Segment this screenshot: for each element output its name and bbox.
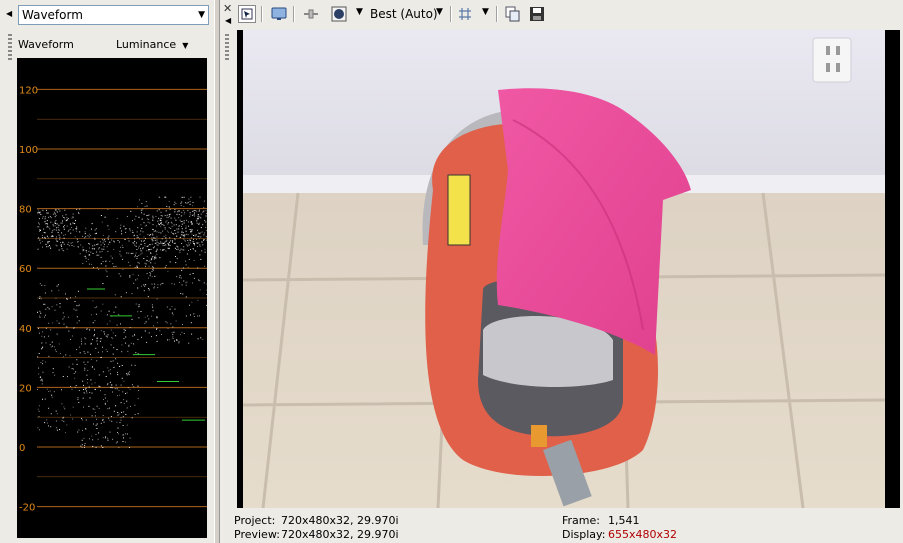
display-label: Display: — [562, 528, 606, 541]
scope-tick-label: 0 — [19, 443, 25, 454]
frame-label: Frame: — [562, 514, 600, 527]
scope-tick-label: 80 — [19, 205, 32, 216]
scope-type-dropdown[interactable]: Waveform ▼ — [18, 5, 209, 25]
waveform-graph: 120 100 80 60 40 20 0 -20 — [19, 85, 207, 514]
overlay-icon — [331, 6, 347, 22]
preview-value: 720x480x32, 29.970i — [281, 528, 399, 541]
close-icon[interactable]: ✕ — [223, 2, 232, 15]
preview-quality-dropdown[interactable]: Best (Auto) — [370, 7, 438, 21]
split-screen-icon — [304, 9, 318, 19]
video-output-button[interactable] — [270, 5, 288, 23]
preview-image — [243, 30, 885, 508]
chevron-down-icon[interactable]: ▼ — [356, 7, 363, 17]
toolbar-separator — [261, 6, 263, 22]
display-value: 655x480x32 — [608, 528, 678, 541]
preview-label: Preview: — [234, 528, 280, 541]
preview-settings-button[interactable] — [238, 5, 256, 23]
save-snapshot-button[interactable] — [528, 5, 546, 23]
monitor-icon — [271, 7, 287, 20]
copy-snapshot-button[interactable] — [504, 5, 522, 23]
video-preview-frame[interactable] — [237, 30, 900, 508]
split-screen-button[interactable] — [302, 5, 320, 23]
frame-value: 1,541 — [608, 514, 640, 527]
copy-snapshot-icon — [505, 6, 520, 22]
toolbar-separator — [293, 6, 295, 22]
toolbar-separator — [450, 6, 452, 22]
video-preview-panel: ✕ ◀ ▼ Best (Auto) ▼ ▼ Project: 720x480x3… — [220, 0, 903, 543]
scope-tick-label: -20 — [19, 503, 35, 514]
preview-dock-grip[interactable] — [225, 34, 229, 62]
chevron-down-icon[interactable]: ▼ — [482, 7, 489, 17]
scope-tick-label: 20 — [19, 383, 32, 394]
scope-tick-label: 120 — [19, 85, 38, 96]
project-label: Project: — [234, 514, 276, 527]
panel-arrow-icon[interactable]: ◀ — [6, 9, 12, 18]
waveform-scope: 120 100 80 60 40 20 0 -20 — [17, 58, 207, 538]
project-value: 720x480x32, 29.970i — [281, 514, 399, 527]
cursor-icon — [241, 8, 253, 20]
preview-status-bar: Project: 720x480x32, 29.970i Preview: 72… — [234, 513, 894, 543]
scope-type-value: Waveform — [22, 8, 83, 22]
grid-overlay-button[interactable] — [456, 5, 474, 23]
scope-label: Waveform — [18, 38, 74, 51]
luminance-value: Luminance — [116, 38, 177, 51]
grid-icon — [459, 8, 471, 20]
chevron-down-icon[interactable]: ▼ — [436, 7, 443, 17]
toolbar-separator — [496, 6, 498, 22]
overlay-button[interactable] — [330, 5, 348, 23]
chevron-down-icon: ▼ — [198, 10, 205, 20]
scope-tick-label: 100 — [19, 145, 38, 156]
scope-dock-grip[interactable] — [8, 34, 12, 62]
save-snapshot-icon — [530, 7, 544, 21]
chevron-down-icon: ▼ — [182, 41, 189, 50]
car-seat-frame-image — [243, 30, 885, 508]
preview-toolbar: ✕ ◀ ▼ Best (Auto) ▼ ▼ — [220, 0, 903, 62]
waveform-trace — [37, 196, 207, 448]
scope-tick-label: 40 — [19, 324, 32, 335]
scope-panel: ◀ Waveform ▼ Waveform Luminance ▼ 120 100 8… — [0, 0, 214, 543]
panel-arrow-icon[interactable]: ◀ — [225, 16, 231, 25]
luminance-dropdown[interactable]: Luminance ▼ — [116, 38, 188, 51]
scope-tick-label: 60 — [19, 264, 32, 275]
